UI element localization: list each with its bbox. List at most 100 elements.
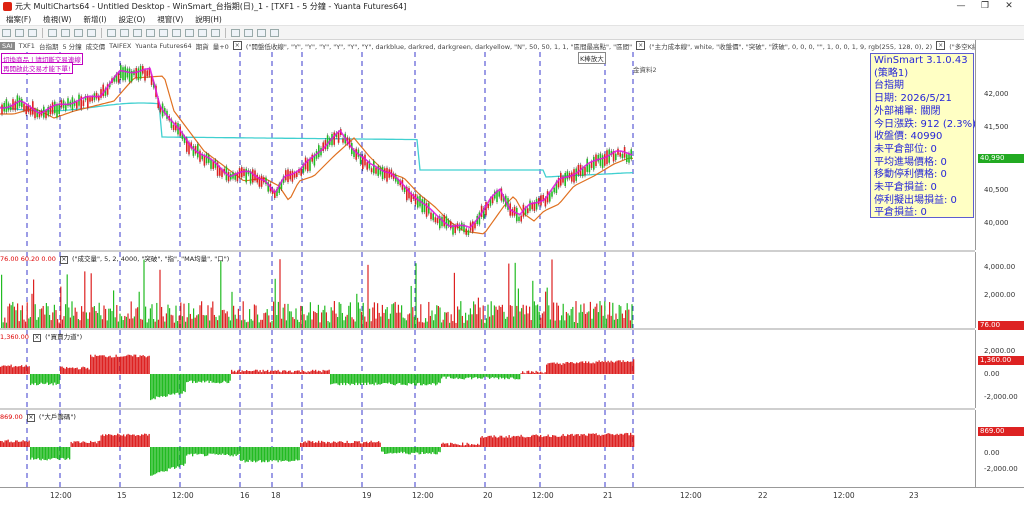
eraser-icon[interactable] — [270, 28, 279, 37]
symbol-badge[interactable]: SAI — [0, 41, 15, 50]
menu-insert[interactable]: 新增(I) — [77, 14, 112, 25]
volume-bar — [317, 304, 319, 328]
osc-bar — [624, 433, 626, 447]
new-icon[interactable] — [2, 28, 11, 37]
osc-bar — [607, 360, 609, 374]
osc-bar — [480, 437, 482, 447]
osc-bar — [226, 374, 228, 384]
osc-bar — [466, 374, 468, 378]
candle-body — [432, 213, 434, 221]
chart-interval[interactable]: 5 分鐘 — [62, 41, 81, 51]
candle-body — [21, 98, 23, 108]
time-axis[interactable]: 12:00 15 12:00 16 18 19 12:00 20 12:00 2… — [0, 487, 1024, 506]
osc-bar — [175, 374, 177, 394]
osc-bar — [147, 435, 149, 447]
osc-bar — [627, 433, 629, 447]
close-study-icon[interactable]: × — [26, 414, 35, 422]
osc-bar — [36, 374, 38, 386]
marker-icon[interactable] — [244, 28, 253, 37]
osc-bar — [247, 447, 249, 463]
osc-bar — [469, 374, 471, 378]
candle-body — [573, 169, 575, 183]
volume-bar — [165, 313, 167, 328]
volume-bar — [393, 303, 395, 328]
zoom-icon[interactable] — [133, 28, 142, 37]
osc-bar — [193, 374, 195, 382]
vol-other: 0.00 — [41, 255, 56, 263]
volume-bar — [370, 321, 372, 328]
candle-body — [588, 164, 591, 173]
close-study-icon[interactable]: × — [59, 256, 68, 264]
osc-bar — [172, 447, 174, 467]
symbol-name: 台指期 — [38, 42, 59, 51]
chart-icon[interactable] — [48, 28, 57, 37]
ellipse-tool-icon[interactable] — [198, 28, 207, 37]
osc-bar — [190, 447, 192, 454]
brush-icon[interactable] — [257, 28, 266, 37]
volume-panel[interactable]: 76.00 60.20 0.00 × ("成交量", 5, 2, 4000, "… — [0, 252, 975, 328]
crosshair-icon[interactable] — [120, 28, 129, 37]
volume-bar — [530, 320, 532, 328]
scanner-icon[interactable] — [74, 28, 83, 37]
menu-window[interactable]: 視窗(V) — [151, 14, 189, 25]
volume-bar — [129, 318, 131, 328]
volume-bar — [213, 314, 215, 328]
close-study-icon[interactable]: × — [232, 41, 242, 50]
power-axis[interactable]: 2,000.00 0.00 -2,000.00 1,360.00 — [975, 330, 1024, 408]
symbol-code[interactable]: TXF1 — [19, 42, 35, 50]
price-axis[interactable]: 42,000 41,500 40,500 40,000 40,990 — [975, 40, 1024, 250]
close-study-icon[interactable]: × — [33, 334, 42, 342]
volume-bar — [77, 318, 79, 328]
osc-bar — [142, 434, 144, 447]
text-tool-icon[interactable] — [159, 28, 168, 37]
chips-axis[interactable]: 0.00 -2,000.00 869.00 — [975, 410, 1024, 487]
osc-bar — [42, 447, 44, 459]
volume-bar — [447, 311, 449, 328]
candle-body — [417, 196, 419, 208]
volume-bar — [50, 320, 52, 328]
osc-bar — [385, 374, 387, 384]
volume-bar — [170, 314, 172, 328]
osc-bar — [25, 441, 27, 447]
restore-button[interactable]: ❐ — [974, 0, 996, 13]
dom-icon[interactable] — [87, 28, 96, 37]
cursor-icon[interactable] — [107, 28, 116, 37]
osc-bar — [18, 441, 20, 447]
price-panel[interactable] — [0, 52, 975, 250]
osc-bar — [130, 435, 132, 447]
line-tool-icon[interactable] — [146, 28, 155, 37]
menu-file[interactable]: 檔案(F) — [0, 14, 37, 25]
close-button[interactable]: ✕ — [998, 0, 1020, 13]
osc-bar — [457, 374, 459, 380]
osc-bar — [352, 374, 354, 384]
close-study-icon[interactable]: × — [936, 41, 946, 50]
chips-panel[interactable]: 869.00 × ("大戶籌碼") — [0, 410, 975, 490]
power-panel[interactable]: 1,360.00 × ("買賣力道") — [0, 330, 975, 410]
osc-bar — [282, 447, 284, 461]
arrow-tool-icon[interactable] — [211, 28, 220, 37]
osc-bar — [289, 370, 291, 374]
pencil-icon[interactable] — [231, 28, 240, 37]
volume-bar — [4, 317, 6, 328]
volume-bar — [229, 320, 231, 328]
fib-tool-icon[interactable] — [172, 28, 181, 37]
osc-bar — [289, 447, 291, 462]
kbar-zoom-label[interactable]: K棒放大 — [578, 52, 606, 64]
osc-bar — [522, 371, 524, 374]
menu-settings[interactable]: 設定(O) — [113, 14, 152, 25]
osc-bar — [96, 443, 98, 447]
quote-icon[interactable] — [61, 28, 70, 37]
menu-view[interactable]: 檢視(W) — [37, 14, 77, 25]
osc-bar — [211, 447, 213, 454]
menu-help[interactable]: 說明(H) — [189, 14, 228, 25]
volume-bar — [175, 305, 177, 328]
volume-axis[interactable]: 4,000.00 2,000.00 76.00 — [975, 252, 1024, 330]
osc-bar — [264, 447, 266, 463]
open-icon[interactable] — [15, 28, 24, 37]
minimize-button[interactable]: — — [950, 0, 972, 13]
save-icon[interactable] — [28, 28, 37, 37]
rect-tool-icon[interactable] — [185, 28, 194, 37]
volume-bar — [239, 319, 241, 328]
close-study-icon[interactable]: × — [636, 41, 646, 50]
osc-bar — [108, 434, 110, 447]
